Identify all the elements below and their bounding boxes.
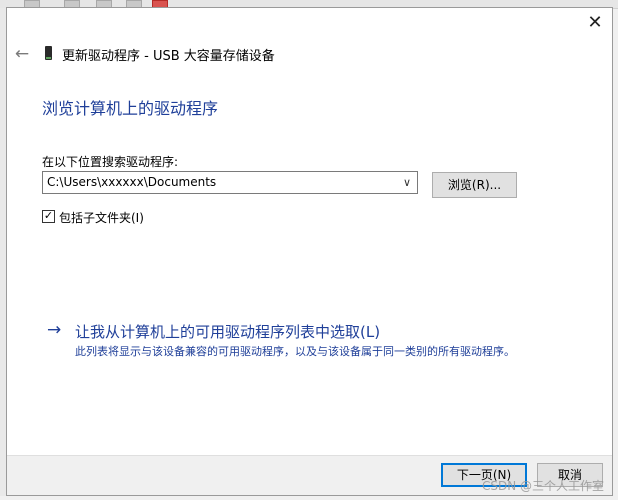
update-driver-dialog: ✕ ← 更新驱动程序 - USB 大容量存储设备 浏览计算机上的驱动程序 在以下… — [6, 7, 613, 496]
checkmark-icon: ✓ — [43, 209, 54, 222]
back-arrow-icon: ← — [14, 44, 30, 64]
arrow-right-icon: → — [47, 320, 62, 340]
close-button[interactable]: ✕ — [584, 12, 606, 34]
pick-from-list-link[interactable]: 让我从计算机上的可用驱动程序列表中选取(L) — [75, 321, 380, 342]
usb-device-icon — [45, 46, 52, 60]
pick-from-list-description: 此列表将显示与该设备兼容的可用驱动程序，以及与该设备属于同一类别的所有驱动程序。 — [75, 345, 515, 358]
back-button[interactable]: ← — [11, 43, 33, 65]
driver-path-value[interactable]: C:\Users\xxxxxx\Documents — [47, 175, 216, 189]
search-location-label: 在以下位置搜索驱动程序: — [42, 155, 179, 169]
close-icon: ✕ — [587, 12, 603, 33]
watermark: CSDN @三个人工作室 — [481, 479, 604, 493]
include-subfolders-label[interactable]: 包括子文件夹(I) — [59, 209, 144, 226]
driver-path-combobox[interactable]: C:\Users\xxxxxx\Documents ∨ — [42, 171, 418, 194]
browse-button[interactable]: 浏览(R)... — [432, 172, 517, 198]
include-subfolders-checkbox[interactable]: ✓ — [42, 209, 55, 223]
chevron-down-icon[interactable]: ∨ — [400, 174, 414, 191]
page-heading: 浏览计算机上的驱动程序 — [42, 99, 219, 118]
dialog-title: 更新驱动程序 - USB 大容量存储设备 — [62, 49, 275, 64]
